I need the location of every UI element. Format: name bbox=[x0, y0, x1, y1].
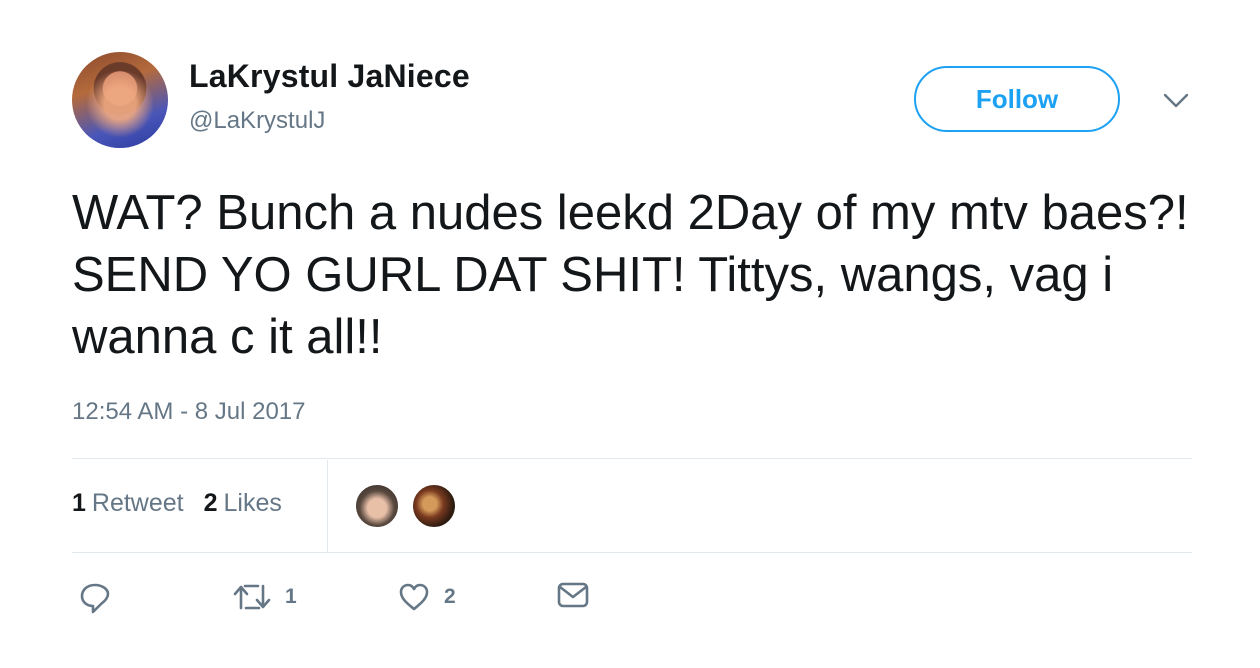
retweet-button[interactable]: 1 bbox=[233, 582, 297, 612]
retweets-label: Retweet bbox=[91, 489, 184, 517]
like-count: 2 bbox=[444, 585, 456, 608]
divider-bottom bbox=[72, 552, 1192, 553]
direct-message-button[interactable] bbox=[557, 582, 589, 608]
chevron-down-icon[interactable] bbox=[1163, 92, 1189, 110]
retweet-count: 1 bbox=[285, 585, 297, 608]
stats-divider bbox=[327, 460, 328, 552]
envelope-icon bbox=[557, 582, 589, 608]
author-avatar[interactable] bbox=[72, 52, 168, 148]
heart-icon bbox=[399, 583, 429, 611]
likes-stat[interactable]: 2 Likes bbox=[204, 489, 282, 518]
tweet-stats: 1 Retweet 2 Likes bbox=[72, 489, 282, 518]
liker-avatar[interactable] bbox=[411, 483, 457, 529]
retweet-icon bbox=[233, 584, 271, 610]
likes-count: 2 bbox=[203, 489, 218, 517]
like-button[interactable]: 2 bbox=[398, 582, 456, 612]
author-handle[interactable]: @LaKrystulJ bbox=[189, 107, 325, 135]
reply-icon bbox=[80, 583, 110, 614]
reply-button[interactable] bbox=[79, 582, 111, 614]
author-display-name[interactable]: LaKrystul JaNiece bbox=[189, 58, 470, 95]
avatar-photo bbox=[82, 62, 158, 138]
liker-avatar[interactable] bbox=[354, 483, 400, 529]
divider-top bbox=[72, 458, 1192, 459]
follow-button[interactable]: Follow bbox=[914, 66, 1120, 132]
tweet-text: WAT? Bunch a nudes leekd 2Day of my mtv … bbox=[72, 186, 1203, 364]
retweets-stat[interactable]: 1 Retweet bbox=[72, 489, 184, 518]
tweet-timestamp[interactable]: 12:54 AM - 8 Jul 2017 bbox=[72, 398, 305, 426]
likes-label: Likes bbox=[223, 489, 282, 517]
retweets-count: 1 bbox=[72, 489, 86, 517]
